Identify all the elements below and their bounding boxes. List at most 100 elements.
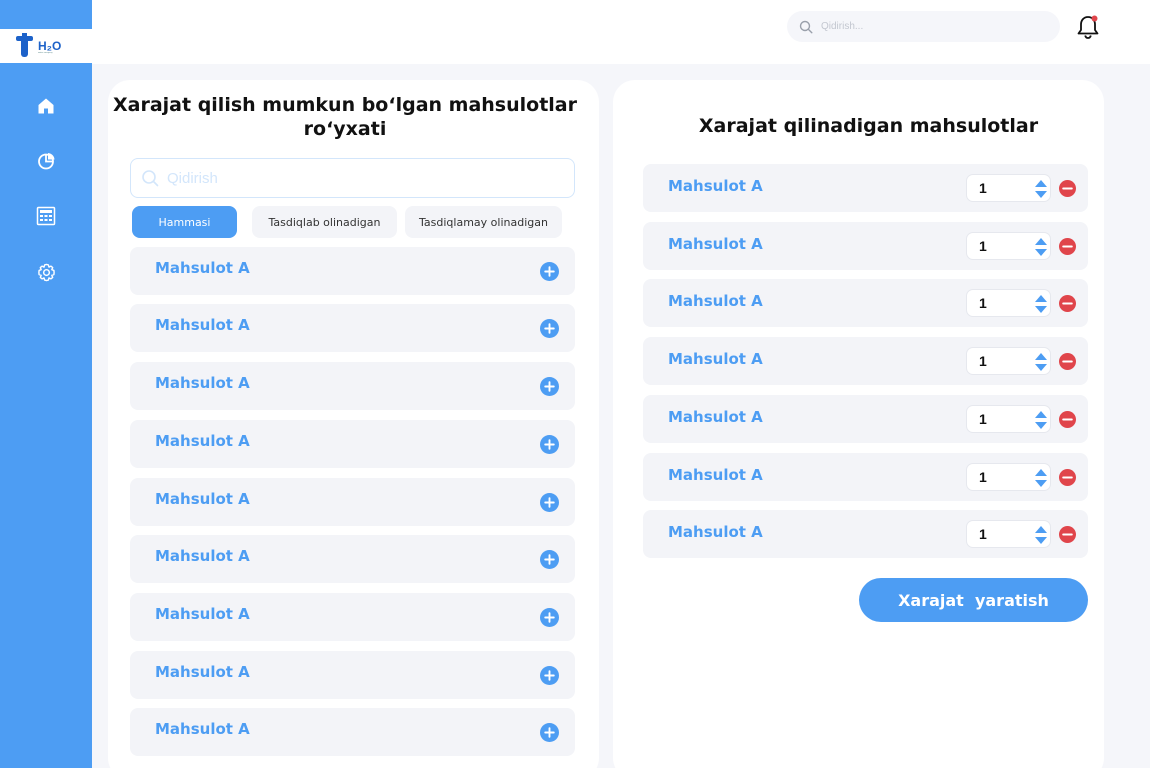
quantity-value[interactable]: 1 (979, 353, 987, 369)
selected-product-name: Mahsulot A (668, 523, 763, 541)
top-search-input[interactable]: Qidirish... (787, 11, 1060, 42)
product-row: Mahsulot A (130, 535, 575, 583)
logo-icon (16, 33, 33, 59)
remove-product-button[interactable] (1059, 411, 1076, 428)
quantity-stepper[interactable]: 1 (966, 463, 1051, 491)
quantity-decrease-icon[interactable] (1035, 480, 1047, 487)
bell-icon (1077, 15, 1099, 39)
quantity-stepper[interactable]: 1 (966, 347, 1051, 375)
tab-all[interactable]: Hammasi (132, 206, 237, 238)
sidebar-item-settings[interactable] (35, 261, 57, 283)
logo-subtext: water company (38, 52, 53, 54)
gear-icon (37, 263, 55, 281)
add-product-button[interactable] (540, 435, 559, 454)
add-product-button[interactable] (540, 262, 559, 281)
product-row: Mahsulot A (130, 304, 575, 352)
product-row: Mahsulot A (130, 362, 575, 410)
product-name: Mahsulot A (155, 547, 250, 565)
home-icon (38, 98, 54, 114)
sidebar-item-statistics[interactable] (35, 150, 57, 172)
add-product-button[interactable] (540, 666, 559, 685)
logo[interactable]: H₂O water company (0, 29, 92, 63)
selected-product-row: Mahsulot A 1 (643, 395, 1088, 443)
quantity-stepper[interactable]: 1 (966, 174, 1051, 202)
remove-product-button[interactable] (1059, 526, 1076, 543)
selected-product-name: Mahsulot A (668, 177, 763, 195)
selected-product-row: Mahsulot A 1 (643, 453, 1088, 501)
logo-text: H₂O water company (38, 39, 62, 54)
pie-chart-icon (38, 153, 55, 170)
quantity-value[interactable]: 1 (979, 238, 987, 254)
product-name: Mahsulot A (155, 490, 250, 508)
quantity-value[interactable]: 1 (979, 411, 987, 427)
quantity-stepper[interactable]: 1 (966, 289, 1051, 317)
product-name: Mahsulot A (155, 374, 250, 392)
add-product-button[interactable] (540, 319, 559, 338)
remove-product-button[interactable] (1059, 295, 1076, 312)
quantity-increase-icon[interactable] (1035, 238, 1047, 245)
available-products-title: Xarajat qilish mumkun bo‘lgan mahsulotla… (113, 94, 577, 140)
product-name: Mahsulot A (155, 259, 250, 277)
product-row: Mahsulot A (130, 593, 575, 641)
product-row: Mahsulot A (130, 247, 575, 295)
product-name: Mahsulot A (155, 720, 250, 738)
quantity-decrease-icon[interactable] (1035, 306, 1047, 313)
selected-product-row: Mahsulot A 1 (643, 510, 1088, 558)
selected-product-name: Mahsulot A (668, 350, 763, 368)
quantity-increase-icon[interactable] (1035, 353, 1047, 360)
quantity-increase-icon[interactable] (1035, 180, 1047, 187)
calculator-icon (36, 206, 56, 226)
search-icon (799, 20, 813, 34)
quantity-decrease-icon[interactable] (1035, 364, 1047, 371)
notification-dot (1091, 15, 1098, 22)
quantity-increase-icon[interactable] (1035, 411, 1047, 418)
product-row: Mahsulot A (130, 651, 575, 699)
sidebar-item-calculator[interactable] (35, 205, 57, 227)
remove-product-button[interactable] (1059, 238, 1076, 255)
add-product-button[interactable] (540, 493, 559, 512)
sidebar: H₂O water company (0, 0, 92, 768)
add-product-button[interactable] (540, 550, 559, 569)
product-row: Mahsulot A (130, 478, 575, 526)
sidebar-item-home[interactable] (35, 95, 57, 117)
selected-product-row: Mahsulot A 1 (643, 222, 1088, 270)
quantity-value[interactable]: 1 (979, 295, 987, 311)
notification-button[interactable] (1076, 14, 1100, 40)
quantity-increase-icon[interactable] (1035, 469, 1047, 476)
tab-requires-approval[interactable]: Tasdiqlab olinadigan (252, 206, 397, 238)
available-products-panel: Xarajat qilish mumkun bo‘lgan mahsulotla… (108, 80, 599, 768)
quantity-increase-icon[interactable] (1035, 526, 1047, 533)
product-name: Mahsulot A (155, 432, 250, 450)
quantity-stepper[interactable]: 1 (966, 232, 1051, 260)
quantity-stepper[interactable]: 1 (966, 520, 1051, 548)
selected-product-row: Mahsulot A 1 (643, 164, 1088, 212)
remove-product-button[interactable] (1059, 469, 1076, 486)
quantity-decrease-icon[interactable] (1035, 249, 1047, 256)
selected-product-name: Mahsulot A (668, 408, 763, 426)
quantity-value[interactable]: 1 (979, 180, 987, 196)
product-name: Mahsulot A (155, 316, 250, 334)
selected-product-row: Mahsulot A 1 (643, 279, 1088, 327)
selected-product-name: Mahsulot A (668, 235, 763, 253)
quantity-decrease-icon[interactable] (1035, 537, 1047, 544)
selected-products-panel: Xarajat qilinadigan mahsulotlar Mahsulot… (613, 80, 1104, 768)
remove-product-button[interactable] (1059, 180, 1076, 197)
add-product-button[interactable] (540, 608, 559, 627)
selected-product-name: Mahsulot A (668, 292, 763, 310)
quantity-value[interactable]: 1 (979, 469, 987, 485)
add-product-button[interactable] (540, 723, 559, 742)
quantity-increase-icon[interactable] (1035, 295, 1047, 302)
product-search-input[interactable]: Qidirish (130, 158, 575, 198)
selected-product-name: Mahsulot A (668, 466, 763, 484)
product-name: Mahsulot A (155, 605, 250, 623)
quantity-decrease-icon[interactable] (1035, 422, 1047, 429)
quantity-stepper[interactable]: 1 (966, 405, 1051, 433)
quantity-decrease-icon[interactable] (1035, 191, 1047, 198)
create-expense-button[interactable]: Xarajat yaratish (859, 578, 1088, 622)
quantity-value[interactable]: 1 (979, 526, 987, 542)
add-product-button[interactable] (540, 377, 559, 396)
selected-product-row: Mahsulot A 1 (643, 337, 1088, 385)
tab-no-approval[interactable]: Tasdiqlamay olinadigan (405, 206, 562, 238)
remove-product-button[interactable] (1059, 353, 1076, 370)
selected-products-title: Xarajat qilinadigan mahsulotlar (698, 115, 1039, 137)
